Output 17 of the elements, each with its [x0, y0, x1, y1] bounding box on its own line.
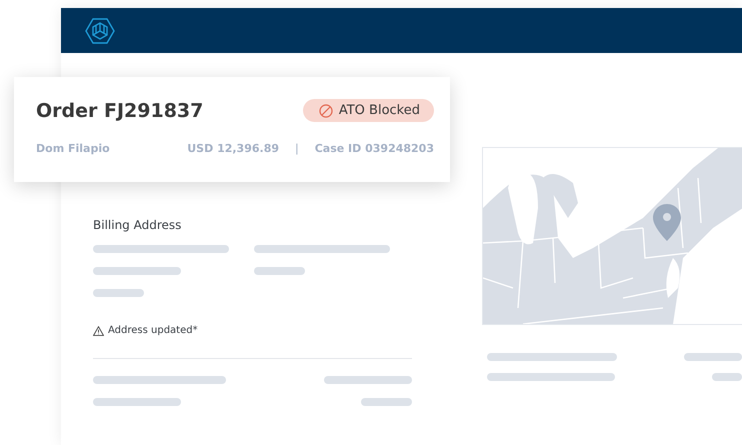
warning-text: Address updated*: [108, 325, 198, 336]
skeleton-line: [712, 373, 742, 381]
status-badge: ATO Blocked: [302, 99, 434, 122]
customer-name: Dom Filapio: [36, 142, 111, 155]
skeleton-line: [254, 267, 305, 275]
skeleton-line: [361, 398, 412, 406]
skeleton-line: [684, 353, 742, 361]
order-amount: USD 12,396.89: [187, 142, 279, 155]
case-id: Case ID 039248203: [314, 142, 434, 155]
blocked-icon: [318, 104, 333, 118]
skeleton-line: [93, 289, 144, 297]
logo-icon: [85, 18, 115, 44]
warning-icon: [93, 326, 104, 336]
separator: |: [295, 142, 299, 155]
section-heading: Billing Address: [93, 218, 182, 232]
map-pin-icon: [653, 204, 681, 241]
order-title: Order FJ291837: [36, 100, 204, 122]
